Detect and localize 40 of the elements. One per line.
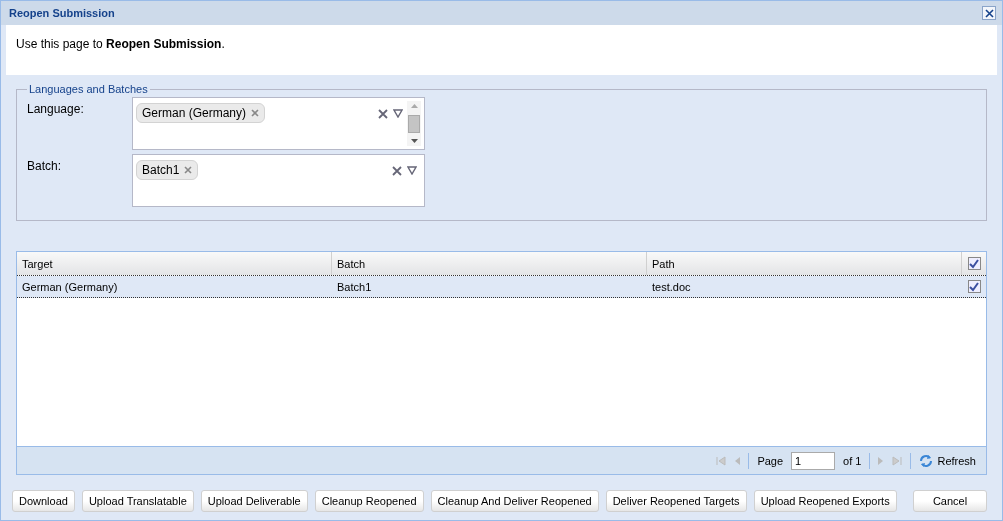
page-input[interactable]: 1 <box>791 451 836 470</box>
column-header[interactable]: Path <box>647 252 962 275</box>
field-label: Batch: <box>27 158 63 175</box>
action-button[interactable]: Cleanup Reopened <box>314 490 424 512</box>
intro-text: Use this page to Reopen Submission. <box>16 37 225 51</box>
row-checkbox[interactable] <box>967 280 981 293</box>
grid-row[interactable]: German (Germany) Batch1 test.doc <box>17 276 986 298</box>
fieldset-legend: Languages and Batches <box>27 83 150 95</box>
action-button[interactable]: Upload Reopened Exports <box>753 490 897 512</box>
remove-icon[interactable] <box>251 109 260 117</box>
refresh-button[interactable]: Refresh <box>919 453 976 468</box>
clear-icon[interactable] <box>378 109 388 119</box>
tag-select-field[interactable]: German (Germany) <box>132 97 425 150</box>
refresh-icon <box>919 453 934 468</box>
scrollbar[interactable] <box>407 101 421 146</box>
action-button[interactable]: Cleanup And Deliver Reopened <box>430 490 599 512</box>
cancel-button[interactable]: Cancel <box>913 490 987 512</box>
page-count: of 1 <box>843 454 862 467</box>
tag-select-field[interactable]: Batch1 <box>132 154 425 207</box>
action-button[interactable]: Deliver Reopened Targets <box>605 490 747 512</box>
column-header[interactable]: Target <box>17 252 332 275</box>
table-cell-text: Batch1 <box>336 279 373 295</box>
scroll-down-icon[interactable] <box>410 139 418 143</box>
clear-icon[interactable] <box>392 166 402 176</box>
dropdown-icon[interactable] <box>393 109 403 118</box>
tag-chip: German (Germany) <box>136 103 266 123</box>
close-button[interactable] <box>982 6 996 20</box>
action-button[interactable]: Download <box>12 490 75 512</box>
action-button[interactable]: Upload Deliverable <box>200 490 308 512</box>
table-cell-text: test.doc <box>651 279 692 295</box>
column-header[interactable]: Batch <box>332 252 647 275</box>
table-cell-text: German (Germany) <box>21 279 119 295</box>
remove-icon[interactable] <box>184 166 193 174</box>
field-label: Language: <box>27 101 85 118</box>
window-title: Reopen Submission <box>9 7 115 19</box>
select-all-checkbox[interactable] <box>967 257 981 270</box>
tag-chip: Batch1 <box>136 160 199 180</box>
dropdown-icon[interactable] <box>407 166 417 175</box>
action-button[interactable]: Upload Translatable <box>81 490 194 512</box>
page-label: Page <box>757 454 784 467</box>
